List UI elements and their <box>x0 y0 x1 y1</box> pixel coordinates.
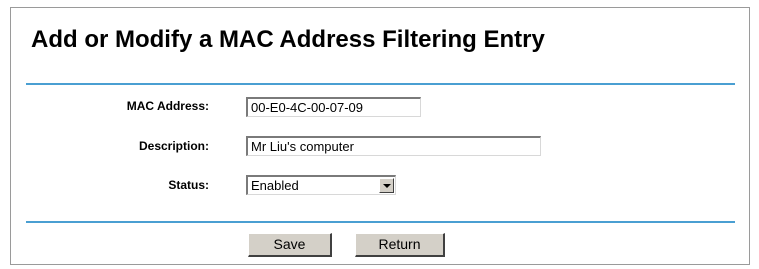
top-divider <box>26 83 735 85</box>
chevron-down-icon[interactable] <box>379 178 394 193</box>
status-selected-value: Enabled <box>251 178 299 193</box>
page-title: Add or Modify a MAC Address Filtering En… <box>31 26 545 53</box>
status-select[interactable]: Enabled <box>246 175 396 195</box>
settings-panel: Add or Modify a MAC Address Filtering En… <box>10 7 750 265</box>
description-input[interactable] <box>246 136 541 156</box>
description-label: Description: <box>138 139 209 153</box>
mac-address-label: MAC Address: <box>126 99 209 113</box>
save-button[interactable]: Save <box>248 233 332 257</box>
return-button[interactable]: Return <box>355 233 445 257</box>
mac-address-input[interactable] <box>246 97 421 117</box>
bottom-divider <box>26 221 735 223</box>
status-label: Status: <box>168 178 209 192</box>
